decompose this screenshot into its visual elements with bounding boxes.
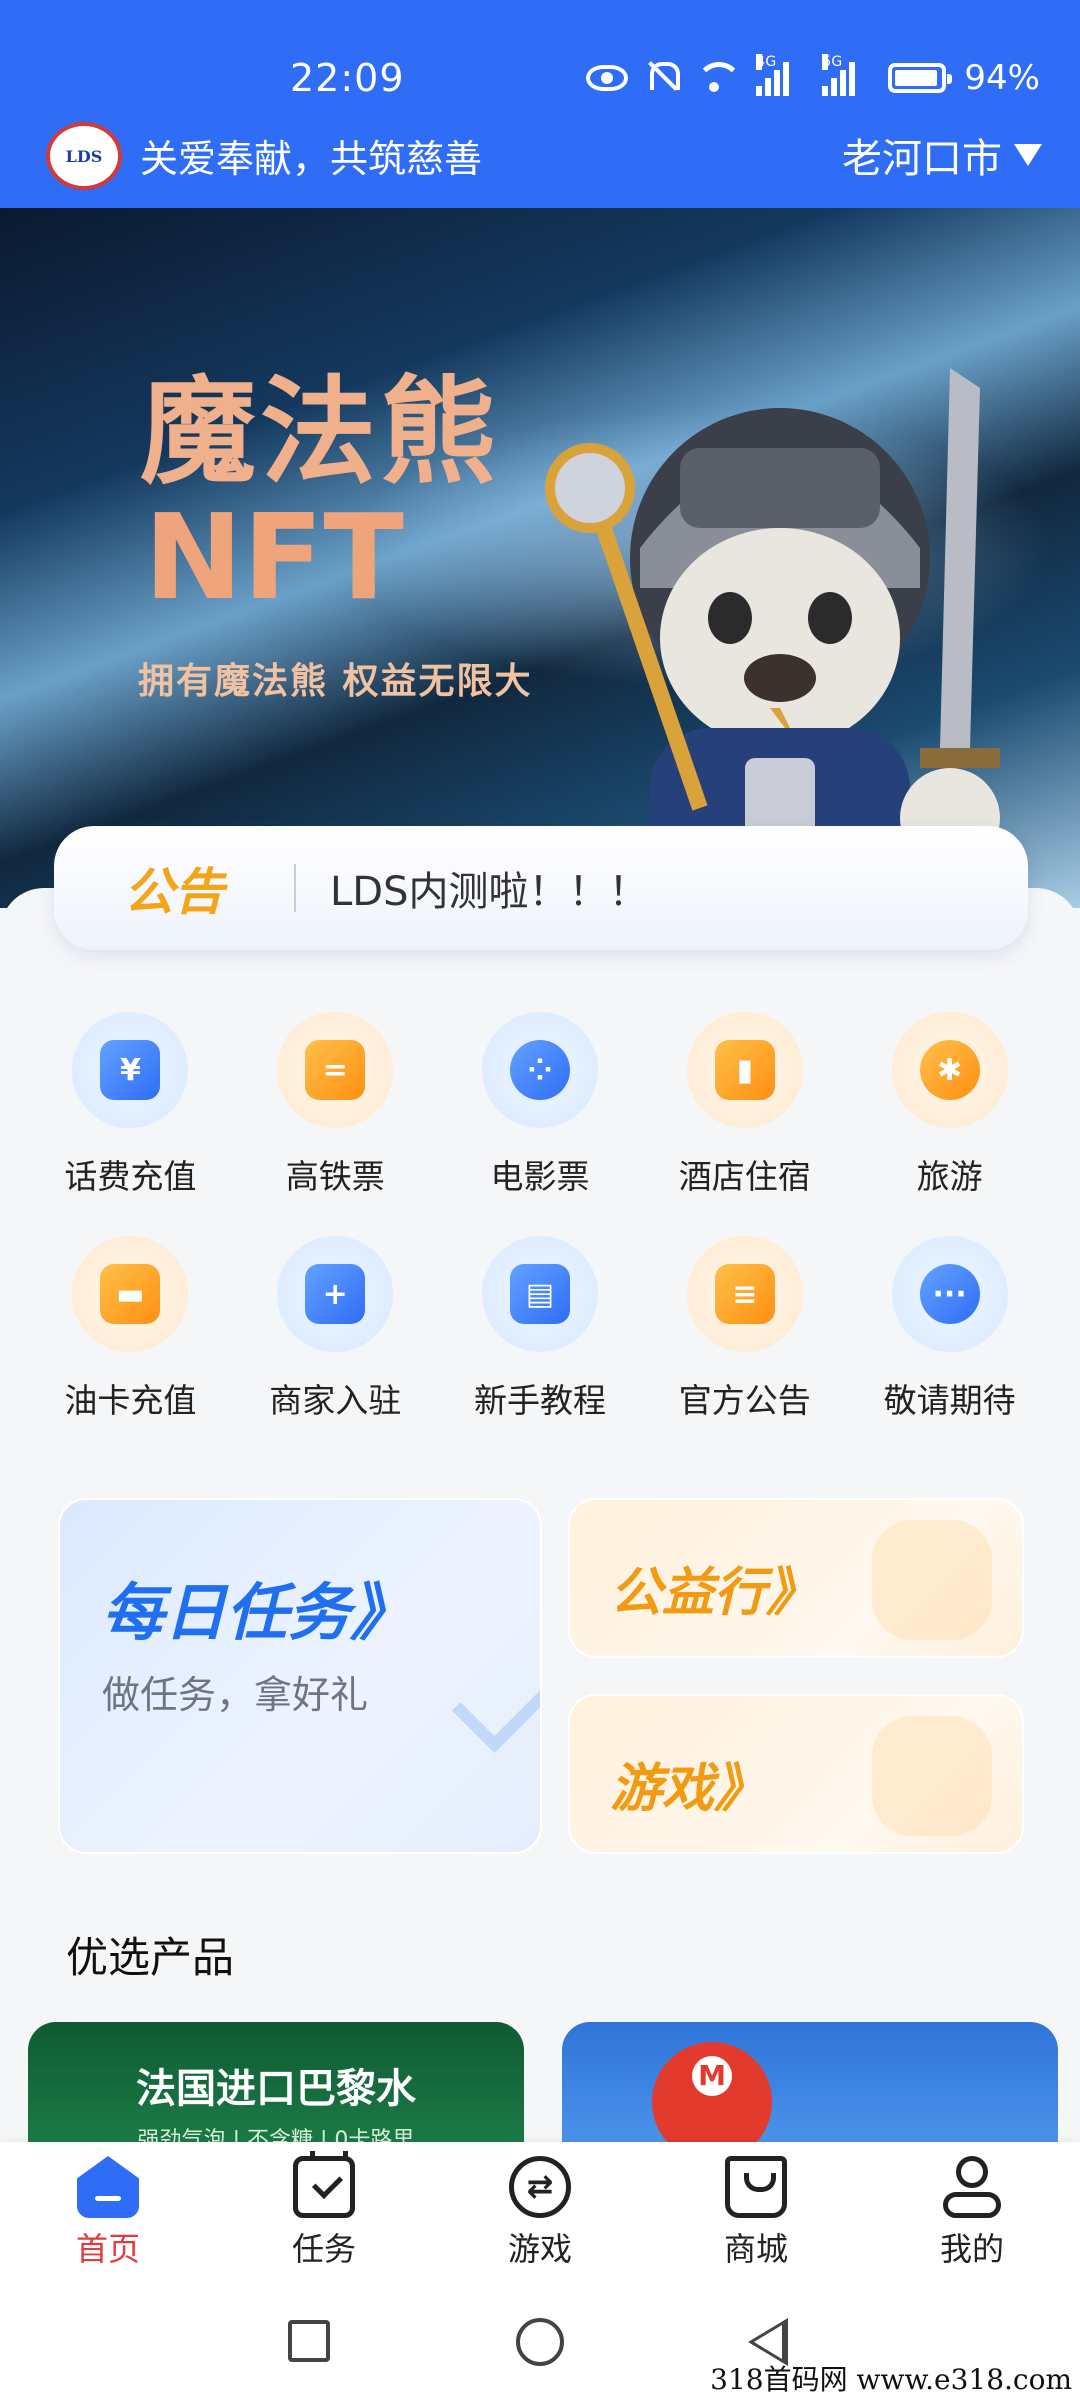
grid-item-official-notice[interactable]: ≡ 官方公告 (642, 1236, 847, 1422)
caret-down-icon (1014, 144, 1042, 166)
service-grid: ¥ 话费充值 = 高铁票 ⁘ 电影票 ▮ 酒店住宿 ✱ 旅游 ▬ 油卡充值 + … (28, 1012, 1052, 1422)
banner-title: 魔法熊 (140, 365, 500, 500)
status-time: 22:09 (290, 56, 405, 100)
grid-label: 新手教程 (473, 1381, 606, 1420)
signal-4g-icon: 4G (756, 54, 804, 96)
gamepad-icon (872, 1716, 992, 1836)
nav-label: 游戏 (507, 2230, 572, 2268)
palm-tree-icon: ✱ (919, 1040, 980, 1100)
app-header: 22:09 4G 5G 94% LDS 关爱奉献，共筑慈善 老河口市 (0, 0, 1080, 208)
grid-label: 话费充值 (64, 1157, 197, 1196)
status-icons: 4G 5G 94% (586, 54, 1040, 100)
nav-home[interactable]: 首页 (28, 2156, 188, 2270)
bottom-nav: 首页 任务 游戏 商城 我的 (0, 2142, 1080, 2284)
nav-label: 任务 (291, 2230, 356, 2268)
shopping-bag-icon (725, 2156, 787, 2218)
grid-item-travel[interactable]: ✱ 旅游 (847, 1012, 1052, 1198)
grid-label: 敬请期待 (883, 1381, 1016, 1420)
home-icon (77, 2156, 139, 2218)
announcement-doc-icon: ≡ (714, 1264, 775, 1324)
nav-mall[interactable]: 商城 (676, 2156, 836, 2270)
banner-nft-label: NFT (144, 488, 404, 626)
product-card-perrier[interactable]: 法国进口巴黎水 强劲气泡 | 不含糖 | 0卡路里 (28, 2022, 524, 2142)
knight-bear-illustration (545, 368, 1000, 908)
grid-label: 油卡充值 (64, 1381, 197, 1420)
user-icon (941, 2156, 1003, 2218)
grid-item-tutorial[interactable]: ▤ 新手教程 (438, 1236, 643, 1422)
mute-bell-icon (646, 60, 681, 96)
hotel-building-icon: ▮ (714, 1040, 775, 1100)
battery-percent: 94% (964, 58, 1040, 98)
grid-label: 商家入驻 (269, 1381, 402, 1420)
city-selector[interactable]: 老河口市 (842, 126, 1042, 184)
eye-comfort-icon (586, 65, 629, 91)
book-tutorial-icon: ▤ (509, 1264, 570, 1324)
game-card[interactable]: 游戏》 (568, 1694, 1024, 1854)
product-title: 法国进口巴黎水 (136, 2066, 416, 2112)
recent-apps-icon[interactable] (288, 2320, 330, 2362)
notice-bar[interactable]: 公告 LDS内测啦！！！ (54, 826, 1028, 950)
section-title: 优选产品 (66, 1933, 235, 1982)
more-dots-icon: ··· (919, 1264, 980, 1324)
grid-label: 旅游 (916, 1157, 983, 1196)
nav-profile[interactable]: 我的 (892, 2156, 1052, 2270)
calendar-check-icon (293, 2151, 355, 2218)
game-title: 游戏》 (610, 1759, 767, 1819)
fuel-card-icon: ▬ (100, 1264, 161, 1324)
watermark: 318首码网 www.e318.com (710, 2363, 1072, 2396)
product-card-game[interactable] (562, 2022, 1058, 2142)
grid-label: 电影票 (490, 1157, 590, 1196)
system-nav-bar: 318首码网 www.e318.com (0, 2284, 1080, 2400)
nav-game[interactable]: 游戏 (460, 2156, 620, 2270)
product-subtitle: 强劲气泡 | 不含糖 | 0卡路里 (137, 2128, 415, 2142)
grid-item-phone-recharge[interactable]: ¥ 话费充值 (28, 1012, 233, 1198)
nav-label: 首页 (75, 2230, 140, 2268)
mario-character-image (652, 2042, 772, 2142)
lds-logo: LDS (46, 122, 122, 190)
grid-item-train-ticket[interactable]: = 高铁票 (233, 1012, 438, 1198)
grid-item-movie-ticket[interactable]: ⁘ 电影票 (438, 1012, 643, 1198)
grid-item-merchant-join[interactable]: + 商家入驻 (233, 1236, 438, 1422)
charity-title: 公益行》 (610, 1563, 819, 1623)
heart-hand-icon (872, 1520, 992, 1640)
city-name: 老河口市 (842, 136, 1002, 182)
grid-item-hotel[interactable]: ▮ 酒店住宿 (642, 1012, 847, 1198)
banner-subtitle: 拥有魔法熊 权益无限大 (138, 661, 533, 702)
daily-task-title: 每日任务》 (102, 1576, 413, 1649)
daily-task-card[interactable]: 每日任务》 做任务，拿好礼 (58, 1498, 542, 1854)
merchant-join-icon: + (305, 1264, 366, 1324)
phone-recharge-icon: ¥ (100, 1040, 161, 1100)
charity-card[interactable]: 公益行》 (568, 1498, 1024, 1658)
grid-label: 高铁票 (285, 1157, 385, 1196)
swap-arrows-icon (509, 2156, 571, 2218)
grid-label: 官方公告 (678, 1381, 811, 1420)
notice-text: LDS内测啦！！！ (330, 869, 649, 915)
nav-label: 我的 (939, 2230, 1004, 2268)
daily-task-subtitle: 做任务，拿好礼 (102, 1673, 369, 1717)
grid-item-fuel-card[interactable]: ▬ 油卡充值 (28, 1236, 233, 1422)
train-ticket-icon: = (305, 1040, 366, 1100)
notice-tag: 公告 (124, 863, 224, 921)
nav-label: 商城 (723, 2230, 788, 2268)
checkmark-icon (451, 1646, 540, 1754)
nav-task[interactable]: 任务 (244, 2151, 404, 2270)
signal-5g-icon: 5G (822, 54, 870, 96)
promo-banner[interactable]: 魔法熊 NFT 拥有魔法熊 权益无限大 (0, 208, 1080, 908)
film-reel-icon: ⁘ (509, 1040, 570, 1100)
home-circle-icon[interactable] (516, 2318, 564, 2366)
grid-item-coming-soon[interactable]: ··· 敬请期待 (847, 1236, 1052, 1422)
battery-icon (888, 63, 953, 93)
grid-label: 酒店住宿 (678, 1157, 811, 1196)
header-slogan: 关爱奉献，共筑慈善 (140, 137, 483, 181)
wifi-icon (694, 60, 743, 96)
